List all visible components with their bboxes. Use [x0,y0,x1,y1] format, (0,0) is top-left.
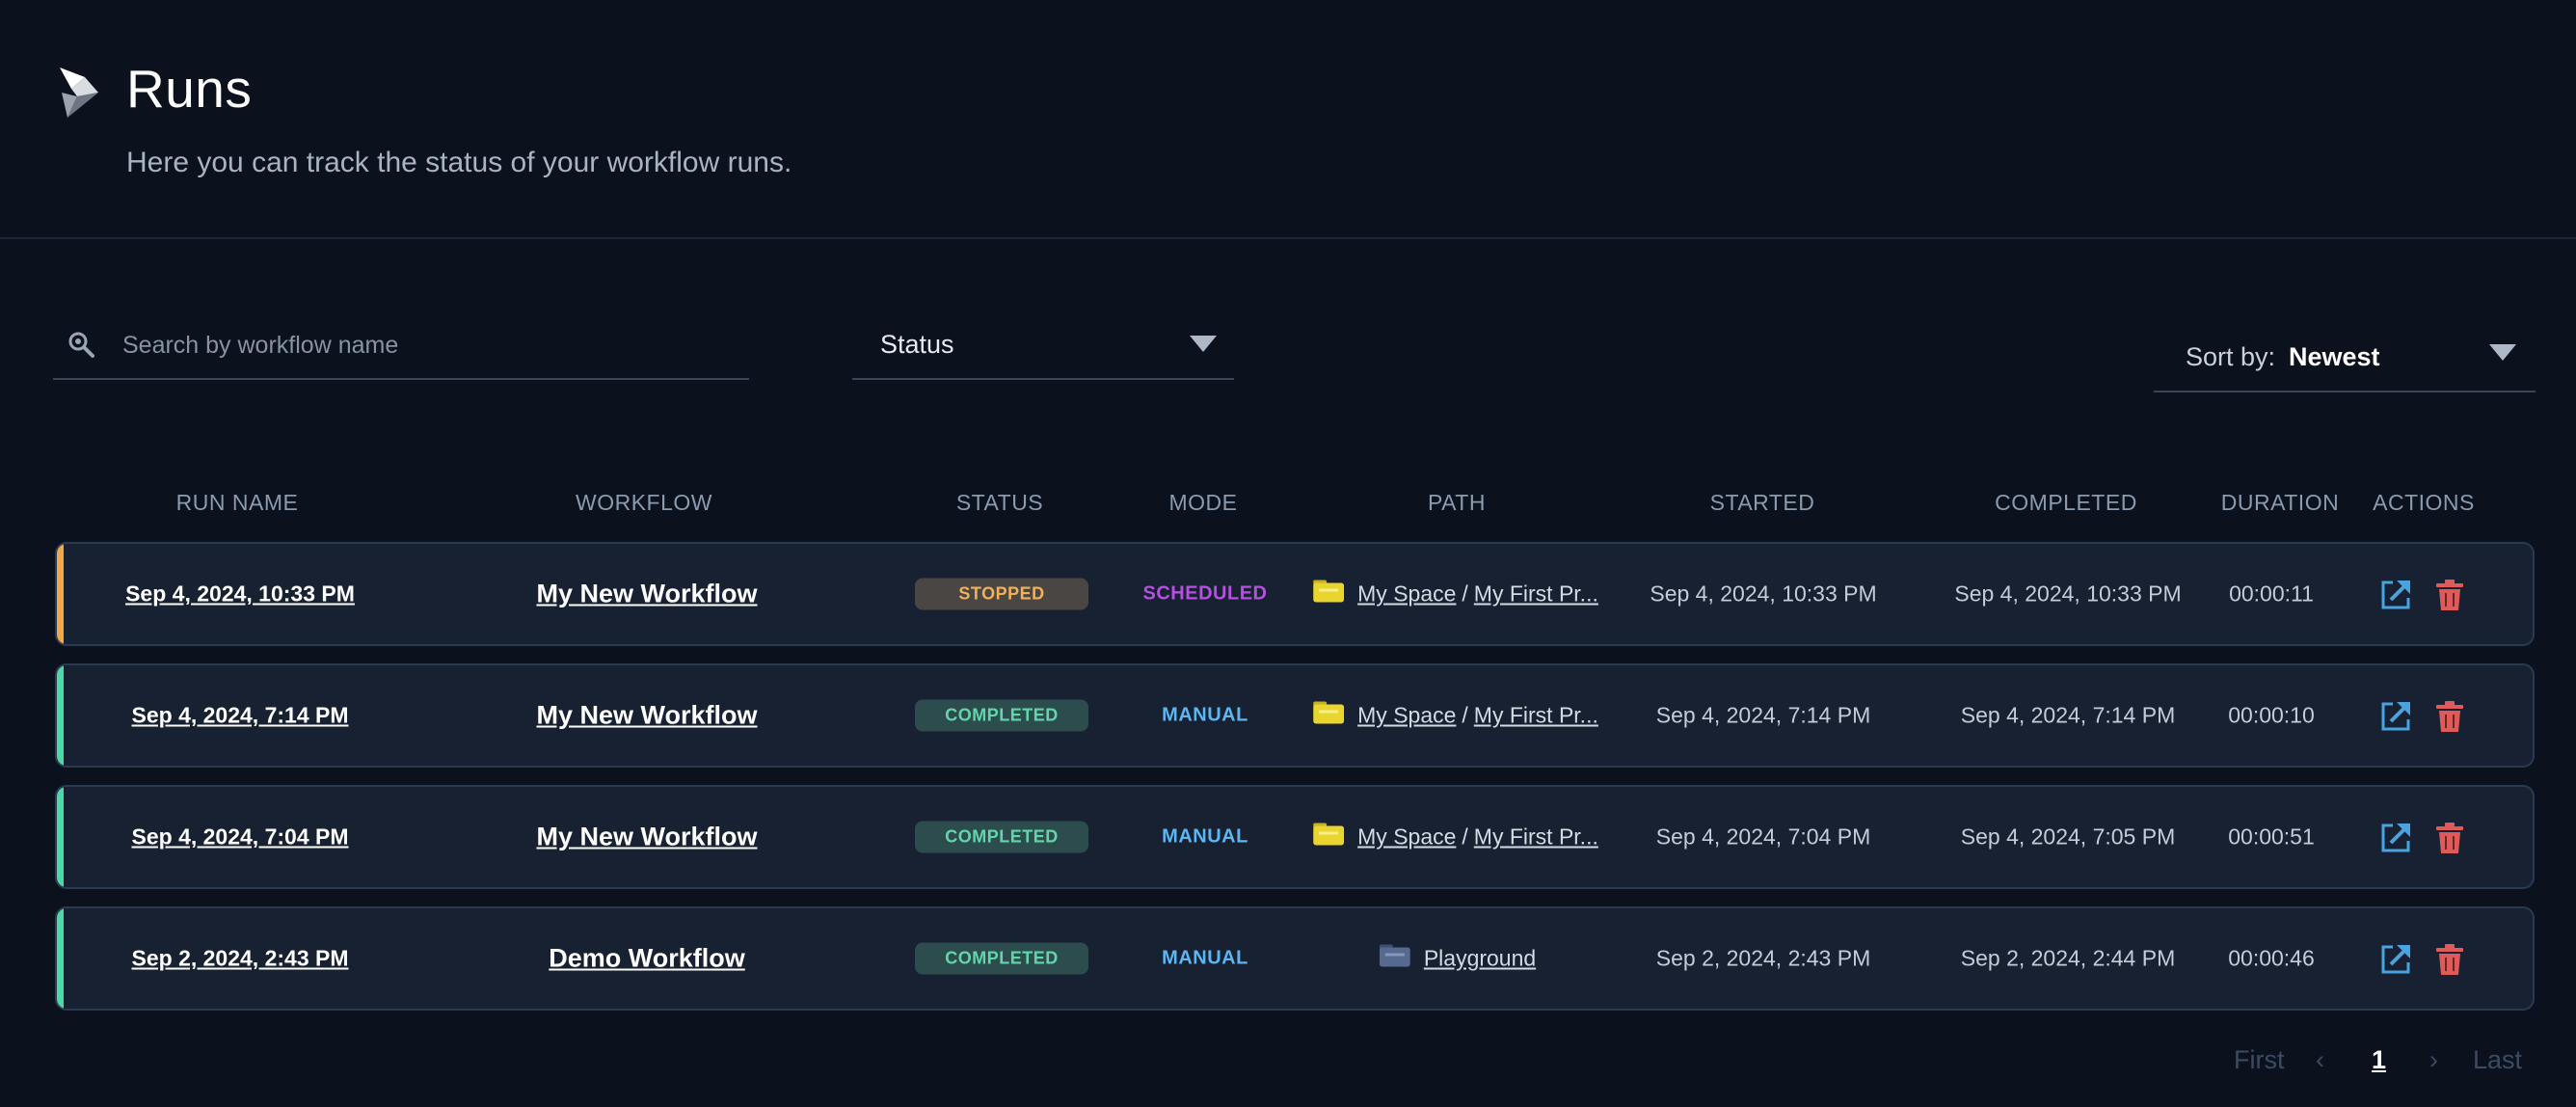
path-separator: / [1462,824,1468,850]
open-external-icon[interactable] [2377,698,2414,735]
status-badge: COMPLETED [915,699,1088,732]
completed-date: Sep 4, 2024, 7:05 PM [1960,824,2176,850]
status-badge: COMPLETED [915,942,1088,975]
open-external-icon[interactable] [2377,820,2414,856]
column-header-run-name: RUN NAME [175,490,299,515]
duration-value: 00:00:11 [2229,580,2314,607]
table-row: Sep 2, 2024, 2:43 PM Demo Workflow COMPL… [55,906,2535,1011]
column-header-path: PATH [1428,490,1486,515]
status-badge: COMPLETED [915,821,1088,853]
trash-icon[interactable] [2431,941,2468,978]
column-header-mode: MODE [1168,490,1238,515]
mode-label: MANUAL [1162,825,1248,848]
table-row: Sep 4, 2024, 7:14 PM My New Workflow COM… [55,663,2535,768]
mode-label: MANUAL [1162,947,1248,969]
path-breadcrumb: My Space / My First Pr... [1313,701,1598,729]
workflow-link[interactable]: My New Workflow [536,701,757,731]
path-link-project[interactable]: My First Pr... [1474,703,1598,729]
column-header-actions: ACTIONS [2373,490,2475,515]
pagination-last[interactable]: Last [2473,1045,2522,1075]
path-breadcrumb: Playground [1379,944,1536,972]
completed-date: Sep 2, 2024, 2:44 PM [1960,945,2176,971]
column-header-duration: DURATION [2220,490,2340,515]
path-separator: / [1462,580,1468,607]
workflow-link[interactable]: My New Workflow [536,580,757,609]
caret-down-icon [2489,344,2516,361]
path-link-project[interactable]: My First Pr... [1474,581,1598,608]
duration-value: 00:00:46 [2228,945,2315,971]
row-status-accent [57,908,64,1009]
page-title: Runs [126,59,253,119]
path-breadcrumb: My Space / My First Pr... [1313,580,1598,608]
table-header: RUN NAME WORKFLOW STATUS MODE PATH START… [0,490,2576,519]
completed-date: Sep 4, 2024, 10:33 PM [1954,580,2182,607]
path-link-playground[interactable]: Playground [1424,946,1536,972]
run-name-link[interactable]: Sep 2, 2024, 2:43 PM [131,946,348,972]
column-header-started: STARTED [1709,490,1815,515]
row-status-accent [57,787,64,887]
page-header: Runs Here you can track the status of yo… [0,0,2576,239]
mode-label: SCHEDULED [1142,582,1268,605]
search-field[interactable] [53,318,749,380]
page-subtitle: Here you can track the status of your wo… [126,147,792,178]
trash-icon[interactable] [2431,577,2468,613]
row-status-accent [57,665,64,766]
sort-label: Sort by: [2186,342,2276,371]
table-row: Sep 4, 2024, 10:33 PM My New Workflow ST… [55,542,2535,646]
started-date: Sep 4, 2024, 7:04 PM [1655,824,1871,850]
yellow-folder-icon [1313,701,1345,723]
run-name-link[interactable]: Sep 4, 2024, 7:04 PM [131,824,348,850]
pagination-next[interactable]: › [2429,1045,2438,1075]
table-row: Sep 4, 2024, 7:04 PM My New Workflow COM… [55,785,2535,889]
path-link-project[interactable]: My First Pr... [1474,824,1598,850]
run-name-link[interactable]: Sep 4, 2024, 7:14 PM [131,703,348,729]
started-date: Sep 4, 2024, 7:14 PM [1655,702,1871,728]
play-logo-icon [60,68,98,118]
started-date: Sep 4, 2024, 10:33 PM [1650,580,1877,607]
caret-down-icon [1190,336,1217,352]
mode-label: MANUAL [1162,704,1248,726]
completed-date: Sep 4, 2024, 7:14 PM [1960,702,2176,728]
open-external-icon[interactable] [2377,577,2414,613]
yellow-folder-icon [1313,823,1345,845]
row-status-accent [57,544,64,644]
run-name-link[interactable]: Sep 4, 2024, 10:33 PM [125,581,355,608]
duration-value: 00:00:10 [2228,702,2315,728]
column-header-completed: COMPLETED [1995,490,2137,515]
workflow-link[interactable]: My New Workflow [536,823,757,852]
path-breadcrumb: My Space / My First Pr... [1313,823,1598,850]
status-badge: STOPPED [915,578,1088,610]
search-input[interactable] [122,326,730,364]
column-header-status: STATUS [955,490,1044,515]
workflow-link[interactable]: Demo Workflow [549,944,745,974]
started-date: Sep 2, 2024, 2:43 PM [1655,945,1871,971]
pagination-prev[interactable]: ‹ [2316,1045,2324,1075]
path-link-space[interactable]: My Space [1357,581,1456,608]
search-icon [68,332,94,358]
column-header-workflow: WORKFLOW [576,490,712,515]
sort-value: Newest [2289,342,2380,371]
duration-value: 00:00:51 [2228,824,2315,850]
pagination-current-page[interactable]: 1 [2372,1045,2386,1075]
blue-folder-icon [1379,944,1410,966]
sort-dropdown[interactable]: Sort by: Newest [2154,331,2536,392]
trash-icon[interactable] [2431,698,2468,735]
path-separator: / [1462,702,1468,728]
status-filter-label: Status [880,330,954,359]
open-external-icon[interactable] [2377,941,2414,978]
trash-icon[interactable] [2431,820,2468,856]
path-link-space[interactable]: My Space [1357,824,1456,850]
pagination-first[interactable]: First [2234,1045,2284,1075]
status-filter-dropdown[interactable]: Status [852,318,1234,380]
path-link-space[interactable]: My Space [1357,703,1456,729]
yellow-folder-icon [1313,580,1345,602]
